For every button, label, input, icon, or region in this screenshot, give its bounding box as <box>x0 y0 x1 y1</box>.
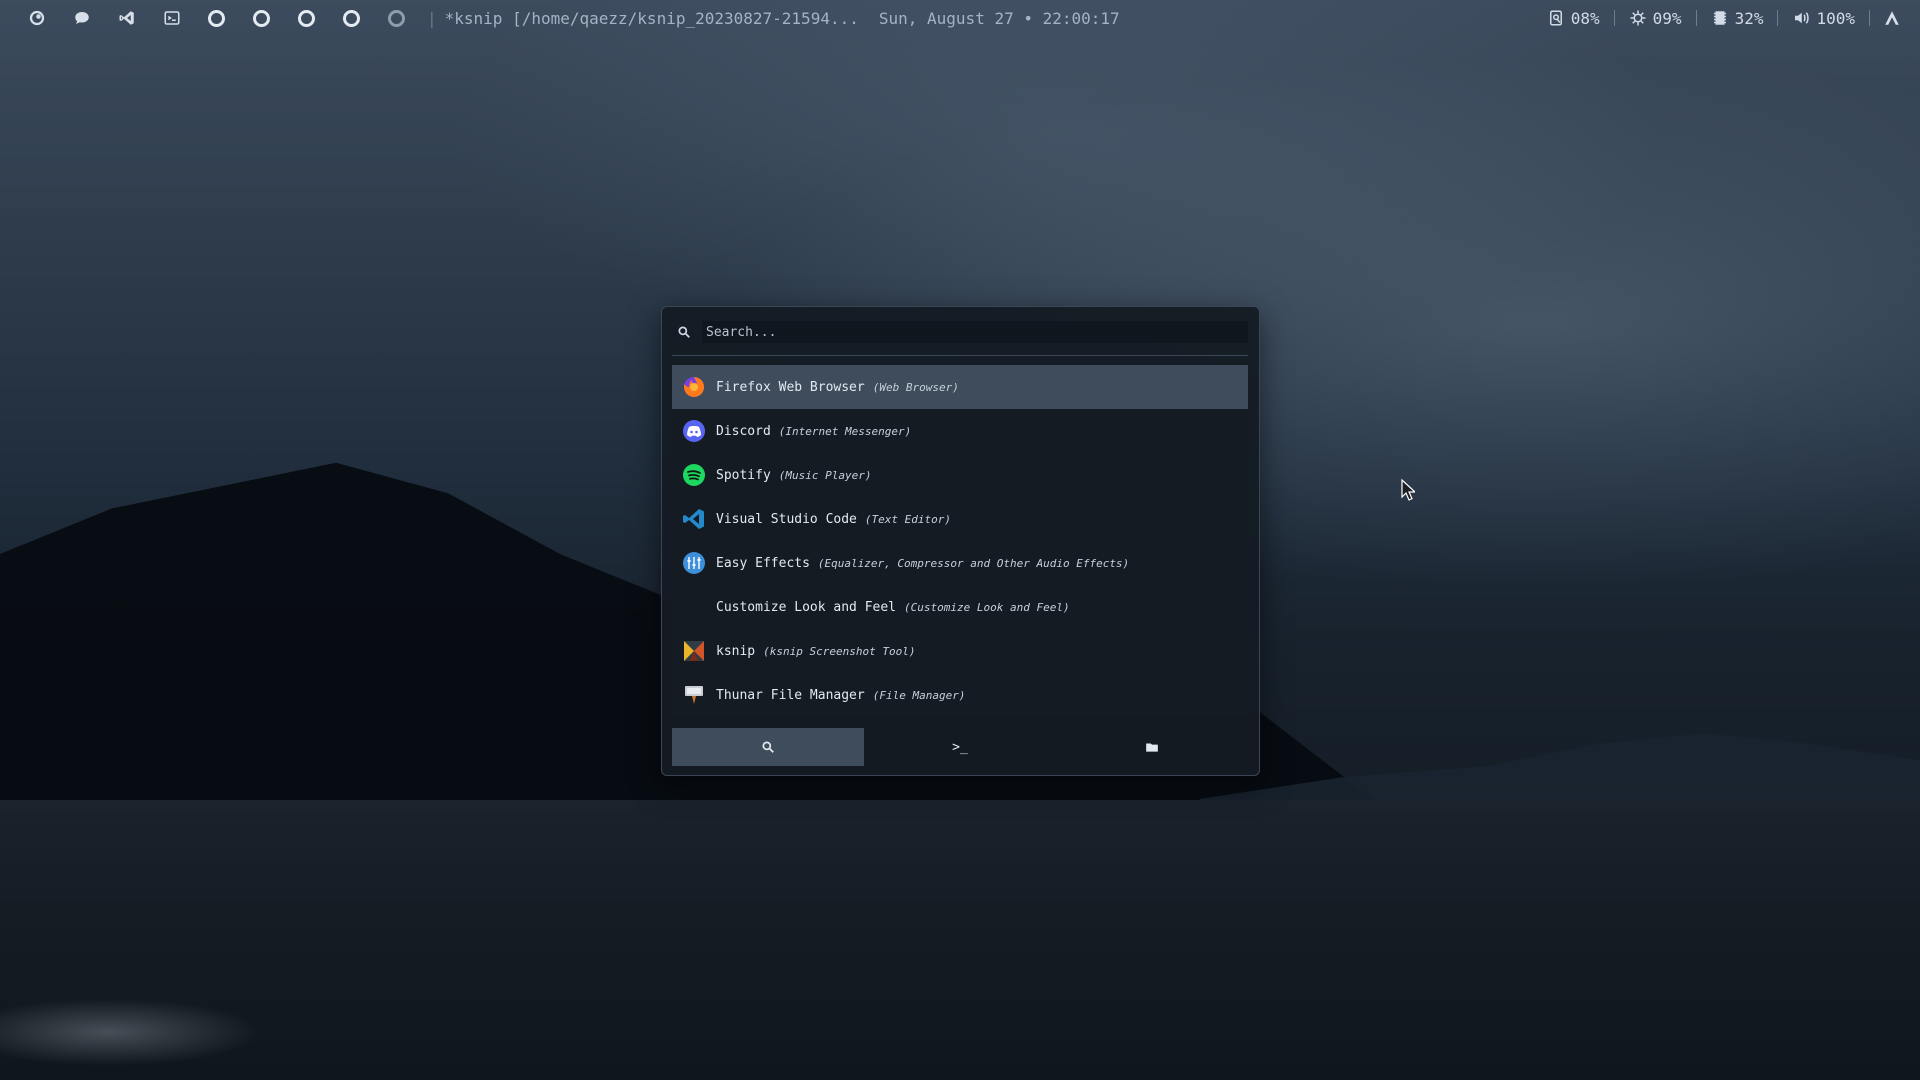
app-launcher-window: Firefox Web Browser (Web Browser) Discor… <box>661 306 1260 776</box>
cpu-usage-value: 09% <box>1652 8 1682 28</box>
terminal-prompt-icon: >_ <box>952 739 968 755</box>
list-item-ksnip[interactable]: ksnip (ksnip Screenshot Tool) <box>672 629 1248 673</box>
wallpaper-wave-foam <box>0 960 360 1080</box>
search-icon <box>762 741 774 753</box>
search-icon <box>672 317 696 347</box>
disk-icon <box>1549 10 1562 26</box>
cpu-usage-stat: 09% <box>1621 9 1690 28</box>
app-description: (Customize Look and Feel) <box>904 600 1070 614</box>
memory-usage-stat: 32% <box>1703 9 1772 28</box>
topbar-separator: | <box>427 8 437 28</box>
workspace-5-indicator[interactable] <box>374 0 419 36</box>
app-name: Easy Effects <box>716 555 810 571</box>
app-name: Discord <box>716 423 771 439</box>
search-input[interactable] <box>702 321 1248 343</box>
app-description: (Web Browser) <box>872 380 959 394</box>
list-item-discord[interactable]: Discord (Internet Messenger) <box>672 409 1248 453</box>
list-item-customize-look-and-feel[interactable]: Customize Look and Feel (Customize Look … <box>672 585 1248 629</box>
disk-usage-value: 08% <box>1570 8 1600 28</box>
workspace-1-indicator[interactable] <box>194 0 239 36</box>
app-results-list: Firefox Web Browser (Web Browser) Discor… <box>672 365 1248 717</box>
ksnip-icon <box>682 639 706 663</box>
memory-icon <box>1713 11 1726 25</box>
thunar-icon <box>682 683 706 707</box>
tab-run-command[interactable]: >_ <box>864 728 1056 766</box>
app-name: Customize Look and Feel <box>716 599 897 615</box>
terminal-icon[interactable] <box>149 0 194 36</box>
app-name: Thunar File Manager <box>716 687 865 703</box>
topbar-right: 08% 09% 32% 100% <box>1539 0 1920 36</box>
top-status-bar: | *ksnip [/home/qaezz/ksnip_20230827-215… <box>0 0 1920 36</box>
workspace-4-indicator[interactable] <box>329 0 374 36</box>
workspace-3-indicator[interactable] <box>284 0 329 36</box>
stat-divider <box>1613 10 1615 26</box>
list-item-vscode[interactable]: Visual Studio Code (Text Editor) <box>672 497 1248 541</box>
workspace-2-indicator[interactable] <box>239 0 284 36</box>
app-name: Visual Studio Code <box>716 511 857 527</box>
tab-search-apps[interactable] <box>672 728 864 766</box>
list-item-easy-effects[interactable]: Easy Effects (Equalizer, Compressor and … <box>672 541 1248 585</box>
volume-value: 100% <box>1816 8 1855 28</box>
topbar-left: | *ksnip [/home/qaezz/ksnip_20230827-215… <box>0 0 1120 36</box>
app-description: (Equalizer, Compressor and Other Audio E… <box>817 556 1130 570</box>
search-row <box>672 317 1248 347</box>
cpu-icon <box>1630 10 1646 26</box>
vscode-icon <box>682 507 706 531</box>
spotify-icon <box>682 463 706 487</box>
app-description: (Internet Messenger) <box>778 424 912 438</box>
app-description: (File Manager) <box>872 688 966 702</box>
app-description: (Text Editor) <box>864 512 951 526</box>
folder-icon <box>1146 743 1158 752</box>
clock: Sun, August 27 • 22:00:17 <box>878 8 1120 28</box>
volume-icon <box>1795 12 1810 24</box>
firefox-icon <box>682 375 706 399</box>
list-item-spotify[interactable]: Spotify (Music Player) <box>672 453 1248 497</box>
discord-icon <box>682 419 706 443</box>
app-name: ksnip <box>716 643 756 659</box>
search-divider <box>672 355 1248 356</box>
memory-usage-value: 32% <box>1734 8 1764 28</box>
stat-divider <box>1869 10 1870 26</box>
launcher-mode-tabs: >_ <box>672 728 1248 766</box>
list-item-thunar[interactable]: Thunar File Manager (File Manager) <box>672 673 1248 717</box>
chat-bubble-icon[interactable] <box>59 0 104 36</box>
list-item-firefox[interactable]: Firefox Web Browser (Web Browser) <box>672 365 1248 409</box>
mouse-cursor-icon <box>1401 479 1415 501</box>
active-window-title: *ksnip [/home/qaezz/ksnip_20230827-21594… <box>444 8 859 28</box>
app-name: Firefox Web Browser <box>716 379 865 395</box>
volume-stat[interactable]: 100% <box>1784 9 1863 28</box>
stat-divider <box>1777 10 1779 26</box>
easyeffects-icon <box>682 551 706 575</box>
app-name: Spotify <box>716 467 771 483</box>
vscode-icon[interactable] <box>104 0 149 36</box>
blank-icon <box>682 595 706 619</box>
disk-usage-stat: 08% <box>1539 9 1608 28</box>
app-description: (ksnip Screenshot Tool) <box>763 644 916 658</box>
stat-divider <box>1695 10 1697 26</box>
arch-logo-icon[interactable] <box>14 0 59 36</box>
arch-a-icon[interactable] <box>1876 0 1908 36</box>
tab-file-browser[interactable] <box>1056 728 1248 766</box>
app-description: (Music Player) <box>778 468 872 482</box>
